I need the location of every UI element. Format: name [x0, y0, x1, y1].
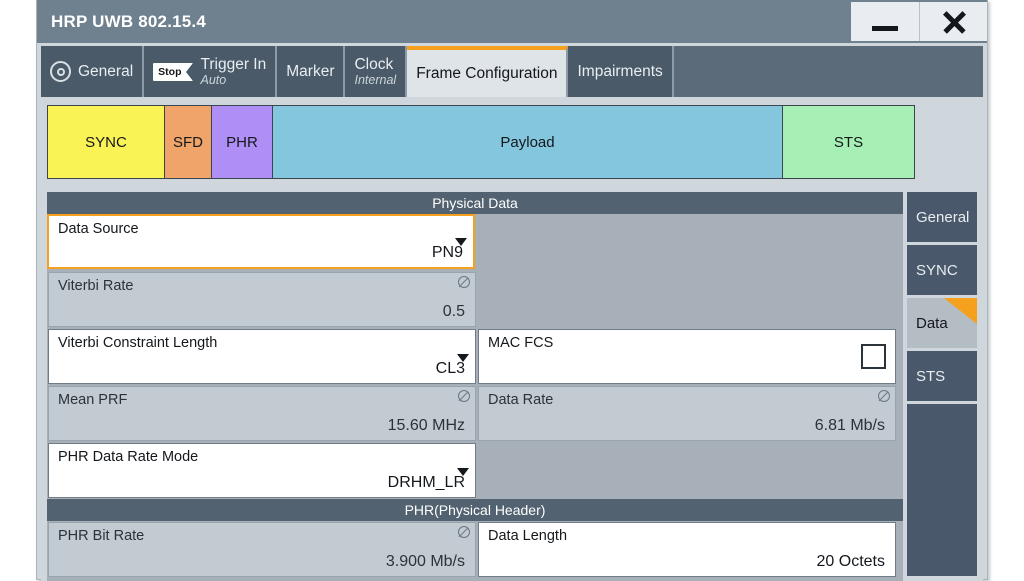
field-value: PN9: [58, 244, 463, 262]
tab-trigger-in-label: Trigger In: [200, 56, 266, 73]
side-tab-filler: [907, 404, 977, 576]
frame-block-label: SFD: [173, 134, 203, 151]
field-empty: [478, 443, 896, 498]
field-data-length[interactable]: Data Length 20 Octets: [478, 522, 896, 577]
tab-impairments[interactable]: Impairments: [568, 46, 673, 97]
field-phr-data-rate-mode[interactable]: PHR Data Rate Mode DRHM_LR: [48, 443, 476, 498]
field-value: 0.5: [58, 303, 465, 321]
side-tab-general[interactable]: General: [907, 192, 977, 242]
window-title: HRP UWB 802.15.4: [37, 12, 206, 32]
settings-row: PHR Data Rate Mode DRHM_LR: [47, 442, 903, 499]
power-icon: [50, 61, 71, 82]
field-viterbi-constraint-length[interactable]: Viterbi Constraint Length CL3: [48, 329, 476, 384]
main-tab-bar: General Stop Trigger In Auto Marker Cloc…: [41, 46, 983, 97]
side-tab-label: STS: [916, 368, 945, 385]
tab-trigger-in-sublabel: Auto: [200, 73, 266, 87]
field-label: Data Rate: [488, 392, 885, 408]
content-area: Physical Data Data Source PN9 Viterbi Rate 0…: [41, 187, 983, 581]
field-label: PHR Bit Rate: [58, 528, 465, 544]
window-controls: [851, 2, 987, 41]
tab-impairments-label: Impairments: [577, 63, 662, 80]
field-label: Mean PRF: [58, 392, 465, 408]
tab-frame-configuration-label: Frame Configuration: [416, 65, 557, 82]
tab-clock-sublabel: Internal: [354, 73, 396, 87]
frame-block-phr[interactable]: PHR: [211, 105, 273, 179]
field-label: Viterbi Constraint Length: [58, 335, 465, 351]
frame-block-sfd[interactable]: SFD: [164, 105, 212, 179]
side-tab-sts[interactable]: STS: [907, 351, 977, 401]
field-phr-bit-rate: PHR Bit Rate 3.900 Mb/s: [48, 522, 476, 577]
frame-block-sts[interactable]: STS: [782, 105, 915, 179]
tab-clock[interactable]: Clock Internal: [345, 46, 407, 97]
field-data-source[interactable]: Data Source PN9: [47, 214, 475, 269]
tab-general[interactable]: General: [41, 46, 144, 97]
frame-block-label: SYNC: [85, 134, 127, 151]
tab-marker-label: Marker: [286, 63, 334, 80]
field-empty: [476, 215, 894, 270]
side-tab-data[interactable]: Data: [907, 298, 977, 348]
close-button[interactable]: [919, 2, 987, 41]
side-tab-sync[interactable]: SYNC: [907, 245, 977, 295]
close-icon: [941, 9, 967, 35]
frame-block-payload[interactable]: Payload: [272, 105, 783, 179]
settings-row: Viterbi Rate 0.5: [47, 271, 903, 328]
field-label: Viterbi Rate: [58, 278, 465, 294]
checkbox-mac-fcs[interactable]: [861, 344, 886, 369]
read-only-icon: [458, 390, 470, 402]
settings-row: PHR Bit Rate 3.900 Mb/s Data Length 20 Octe…: [47, 521, 903, 578]
settings-row: Viterbi Constraint Length CL3 MAC FCS: [47, 328, 903, 385]
minimize-button[interactable]: [851, 2, 919, 41]
minimize-icon: [872, 26, 898, 31]
chevron-down-icon[interactable]: [455, 238, 467, 246]
tab-marker[interactable]: Marker: [277, 46, 345, 97]
frame-structure-diagram: SYNC SFD PHR Payload STS: [41, 101, 983, 183]
field-empty: [478, 272, 896, 327]
field-value: 3.900 Mb/s: [58, 553, 465, 571]
side-tab-strip: General SYNC Data STS: [907, 192, 977, 576]
chevron-down-icon[interactable]: [457, 354, 469, 362]
application-window: HRP UWB 802.15.4 General Stop Trigger In…: [36, 0, 988, 580]
field-value: CL3: [58, 360, 465, 378]
side-tab-label: Data: [916, 315, 948, 332]
field-mean-prf: Mean PRF 15.60 MHz: [48, 386, 476, 441]
section-header: PHR(Physical Header): [47, 499, 903, 521]
field-label: MAC FCS: [488, 335, 885, 351]
settings-row: Mean PRF 15.60 MHz Data Rate 6.81 Mb/s: [47, 385, 903, 442]
read-only-icon: [878, 390, 890, 402]
field-value: 20 Octets: [488, 553, 885, 571]
tab-trigger-in[interactable]: Stop Trigger In Auto: [144, 46, 277, 97]
field-value: 15.60 MHz: [58, 417, 465, 435]
side-tab-label: SYNC: [916, 262, 958, 279]
field-label: PHR Data Rate Mode: [58, 449, 465, 465]
read-only-icon: [458, 276, 470, 288]
tab-clock-label: Clock: [354, 56, 396, 73]
read-only-icon: [458, 526, 470, 538]
field-data-rate: Data Rate 6.81 Mb/s: [478, 386, 896, 441]
frame-block-label: STS: [834, 134, 863, 151]
frame-block-label: PHR: [226, 134, 258, 151]
field-label: Data Length: [488, 528, 885, 544]
field-label: Data Source: [58, 221, 463, 237]
frame-block-label: Payload: [500, 134, 554, 151]
settings-row: Data Source PN9: [47, 214, 903, 271]
section-header: Physical Data: [47, 192, 903, 214]
chevron-down-icon[interactable]: [457, 468, 469, 476]
field-mac-fcs[interactable]: MAC FCS: [478, 329, 896, 384]
field-viterbi-rate: Viterbi Rate 0.5: [48, 272, 476, 327]
settings-panel: Physical Data Data Source PN9 Viterbi Rate 0…: [47, 192, 903, 581]
stop-flag-icon: Stop: [153, 63, 193, 81]
frame-block-sync[interactable]: SYNC: [47, 105, 165, 179]
tab-general-label: General: [78, 63, 133, 80]
tab-frame-configuration[interactable]: Frame Configuration: [407, 46, 568, 97]
field-value: DRHM_LR: [58, 474, 465, 492]
side-tab-label: General: [916, 209, 969, 226]
title-bar: HRP UWB 802.15.4: [37, 0, 987, 43]
field-value: 6.81 Mb/s: [488, 417, 885, 435]
